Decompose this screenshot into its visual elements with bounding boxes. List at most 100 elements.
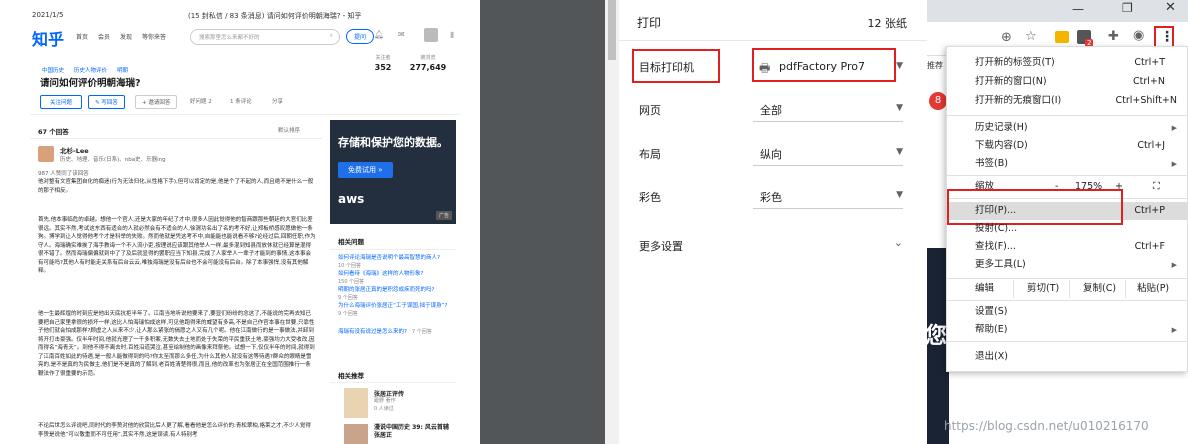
more-icon: ▮ <box>450 30 455 39</box>
banner-text: 您 <box>925 324 948 349</box>
views-count: 277,649 <box>409 63 447 72</box>
menu-history[interactable]: 历史记录(H) ▶ <box>947 119 1188 137</box>
recommendations: 相关推荐 张居正评传 跟野 著作 0 人读过 漫说中国历史 39: 风云首辅张居… <box>330 364 456 444</box>
answer-card: 67 个回答 默认排序 北杉-Lee 历史、地理、音乐(日系)、nba史、乐器i… <box>30 120 322 444</box>
minimize-icon[interactable]: — <box>1072 2 1084 16</box>
rec-divider <box>330 382 456 383</box>
related-title: 相关问题 <box>338 238 364 246</box>
chrome-menu: 打开新的标签页(T) Ctrl+T 打开新的窗口(N) Ctrl+N 打开新的无痕窗… <box>946 46 1188 372</box>
topic-tag: 历史人物评价 <box>74 68 108 74</box>
chevron-down-icon: ▼ <box>896 190 903 200</box>
related-item: 如何评论海瑞是否说明个最高智慧的商人? <box>338 255 440 261</box>
nav-vip: 会员 <box>98 34 111 41</box>
zoom-icon[interactable]: ⊕ <box>1001 30 1012 45</box>
fullscreen-icon[interactable]: ⛶ <box>1153 178 1160 196</box>
answer-paragraph: 首先,他本事临危的卓越。想他一个官人,还是大家的年纪了才中,很多人因此觉得他的智… <box>38 217 316 274</box>
menu-exit[interactable]: 退出(X) <box>947 348 1188 366</box>
restore-icon[interactable]: ❐ <box>1122 1 1133 15</box>
paste-button[interactable]: 粘贴(P) <box>1137 280 1169 298</box>
related-item: 如何看待《海瑞》这样的人物形象? <box>338 271 424 277</box>
extension-icon[interactable] <box>1055 31 1069 43</box>
message-icon: ✉︎ <box>398 30 405 39</box>
follow-question-button: 关注问题 <box>40 95 82 109</box>
chevron-down-icon: ▼ <box>896 147 903 157</box>
color-select[interactable]: 彩色 ▼ <box>753 183 903 209</box>
followers-count: 352 <box>374 63 392 72</box>
chevron-down-icon: ▼ <box>896 61 903 71</box>
menu-help[interactable]: 帮助(E) ▶ <box>947 321 1188 339</box>
rec-item-title: 漫说中国历史 39: 风云首辅张居正 <box>374 424 449 439</box>
chevron-right-icon: ▶ <box>1171 160 1177 168</box>
cut-button[interactable]: 剪切(T) <box>1027 280 1059 298</box>
page-partial-text: 推荐 <box>927 61 943 70</box>
menu-bookmarks[interactable]: 书签(B) ▶ <box>947 155 1188 173</box>
copy-button[interactable]: 复制(C) <box>1083 280 1116 298</box>
close-icon[interactable]: ✕ <box>1165 0 1176 15</box>
profile-icon[interactable]: ◉ <box>1133 28 1144 43</box>
zhihu-search: 搜索那里怎么来都不好的 ⌕ <box>190 29 340 45</box>
menu-separator <box>947 300 1188 301</box>
chevron-right-icon: ▶ <box>1171 261 1177 269</box>
rec-item-sub: 跟野 著作 <box>374 398 396 404</box>
print-settings-panel: 打印 12 张纸 目标打印机 🖶︎ pdfFactory Pro7 ▼ 网页 全… <box>619 0 927 444</box>
menu-separator <box>947 341 1188 342</box>
chevron-down-icon: ▼ <box>896 103 903 113</box>
menu-cast[interactable]: 投射(C)... <box>947 220 1188 238</box>
menu-new-tab[interactable]: 打开新的标签页(T) Ctrl+T <box>947 54 1188 72</box>
author-name: 北杉-Lee <box>60 147 89 155</box>
edit-divider <box>1013 280 1014 298</box>
menu-more-tools[interactable]: 更多工具(L) ▶ <box>947 256 1188 274</box>
notification-badge: 8 <box>929 92 947 110</box>
topic-tag: 中国历史 <box>42 68 65 74</box>
more-settings-toggle[interactable]: 更多设置 ⌄ <box>619 228 927 260</box>
print-doc-title: (15 封私信 / 83 条消息) 请问如何评价明朝海瑞? - 知乎 <box>188 12 362 20</box>
extensions-puzzle-icon[interactable]: ✚ <box>1108 29 1119 44</box>
related-count: 9 个回答 <box>338 295 358 301</box>
layout-value: 纵向 <box>760 148 782 161</box>
destination-select-highlight <box>752 48 896 82</box>
color-value: 彩色 <box>760 191 782 204</box>
menu-settings[interactable]: 设置(S) <box>947 303 1188 321</box>
related-item: 为什么海瑞评价张居正“工于谋国,拙于谋身”? <box>338 303 448 309</box>
layout-select[interactable]: 纵向 ▼ <box>753 140 903 166</box>
print-title: 打印 <box>637 16 662 30</box>
ad-tag: 广告 <box>435 211 452 220</box>
related-count: 150 个回答 <box>338 279 365 285</box>
color-label: 彩色 <box>639 191 661 204</box>
print-date: 2021/1/5 <box>32 11 64 19</box>
preview-scrollbar[interactable] <box>605 0 619 444</box>
comment-count: 1 条评论 <box>230 99 252 105</box>
related-count: 9 个回答 <box>338 311 358 317</box>
like-count: 好问题 2 <box>190 99 212 105</box>
answer-count: 67 个回答 <box>38 128 69 136</box>
book-cover <box>344 424 368 444</box>
menu-separator <box>947 175 1188 176</box>
author-avatar <box>38 146 54 162</box>
question-title: 请问如何评价明朝海瑞? <box>40 78 141 89</box>
topic-tag: 明朝 <box>117 68 129 74</box>
menu-edit-row: 编辑 剪切(T) 复制(C) 粘贴(P) <box>947 280 1188 298</box>
search-icon: ⌕ <box>329 33 333 39</box>
menu-downloads[interactable]: 下载内容(D) Ctrl+J <box>947 137 1188 155</box>
menu-new-window[interactable]: 打开新的窗口(N) Ctrl+N <box>947 73 1188 91</box>
bookmark-star-icon[interactable]: ☆ <box>1025 29 1037 44</box>
related-count: 7 个回答 <box>412 329 432 335</box>
ad-cta: 免费试用 » <box>338 162 393 178</box>
menu-find[interactable]: 查找(F)... Ctrl+F <box>947 238 1188 256</box>
pages-value: 全部 <box>760 104 782 117</box>
menu-incognito[interactable]: 打开新的无痕窗口(I) Ctrl+Shift+N <box>947 92 1188 110</box>
ask-button: 提问 <box>346 29 375 44</box>
header-divider <box>30 114 460 115</box>
related-item: 海瑞有没有说过是怎么来的? <box>338 329 407 335</box>
sheet-count: 12 张纸 <box>867 17 908 30</box>
answer-paragraph: 他对整有文官集团自化的痴迷(行为无法归化,从性格下手),但可以肯定的是,他是个了… <box>38 179 314 194</box>
edit-divider <box>1125 280 1126 298</box>
agree-count: 987 人赞同了该回答 <box>38 171 89 177</box>
related-item: 明朝的张居正真的是积怨成疾而死的吗? <box>338 287 435 293</box>
pages-select[interactable]: 全部 ▼ <box>753 96 903 122</box>
preview-background <box>480 0 605 444</box>
preview-scroll-thumb[interactable] <box>608 0 616 60</box>
edit-divider <box>1069 280 1070 298</box>
write-answer-button: ✎ 写回答 <box>88 95 125 109</box>
related-count: 10 个回答 <box>338 263 361 269</box>
